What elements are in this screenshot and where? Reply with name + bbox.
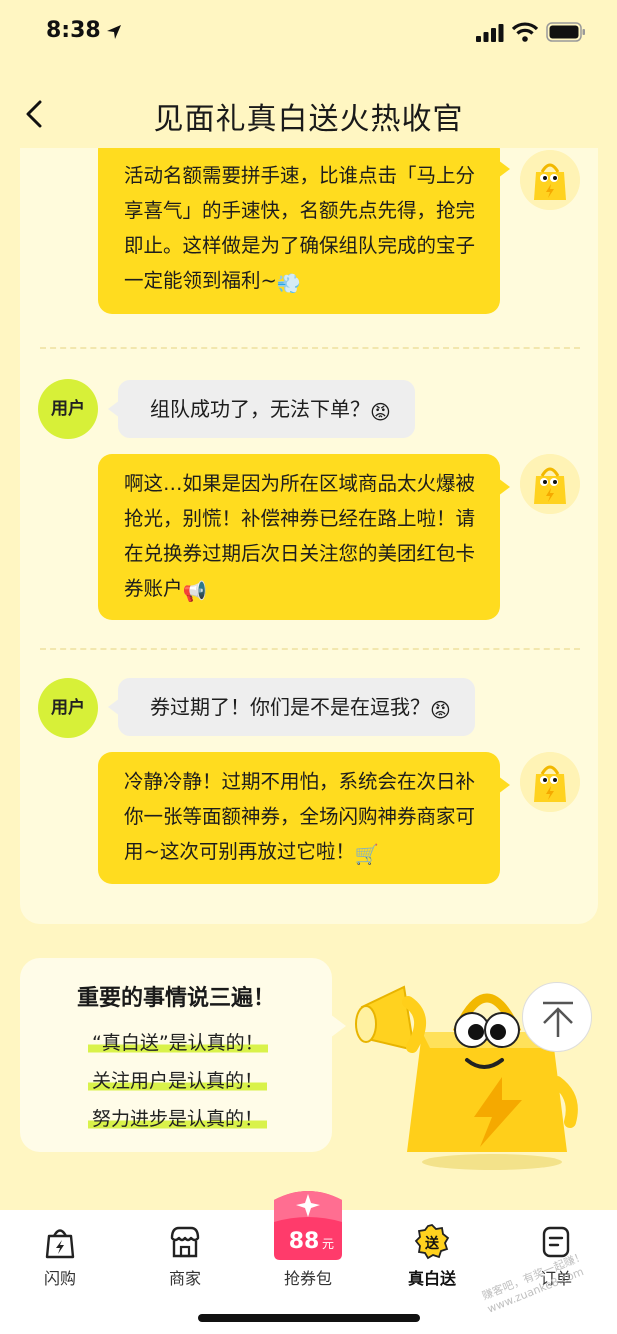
mascot-avatar-icon — [520, 752, 580, 812]
status-bar: 8:38 — [0, 0, 617, 68]
promo-line: 努力进步是认真的！ — [88, 1104, 268, 1131]
bot-message-text: 冷静冷静！过期不用怕，系统会在次日补你一张等面额神券，全场闪购神券商家可用~这次… — [124, 770, 476, 863]
tab-label: 抢券包 — [283, 1269, 332, 1288]
loudspeaker-emoji-icon: 📢 — [182, 580, 207, 603]
mascot-avatar-icon — [520, 454, 580, 514]
coupon-pack-icon[interactable]: 88 元 — [268, 1186, 348, 1264]
dash-emoji-icon: 💨 — [276, 272, 302, 295]
promo-speech-bubble: 重要的事情说三遍！ “真白送”是认真的！ 关注用户是认真的！ 努力进步是认真的！ — [20, 958, 346, 1152]
location-arrow-icon — [107, 25, 121, 39]
user-avatar: 用户 — [38, 678, 98, 738]
user-message-text: 组队成功了，无法下单？ — [150, 397, 370, 421]
scroll-to-top-button[interactable] — [522, 982, 592, 1052]
faq-chat-card: 活动名额需要拼手速，比谁点击「马上分享喜气」的手速快，名额先点先得，抢完即止。这… — [20, 148, 598, 924]
user-message-bubble: 券过期了！你们是不是在逗我？😡 — [108, 678, 475, 736]
promo-line: “真白送”是认真的！ — [88, 1028, 268, 1055]
shopping-cart-emoji-icon: 🛒 — [354, 843, 380, 866]
free-gift-badge-icon: 送 — [414, 1224, 450, 1260]
nav-bar: 见面礼真白送火热收官 — [0, 84, 617, 148]
coupon-amount: 88 — [289, 1229, 320, 1254]
bot-message-text: 啊这…如果是因为所在区域商品太火爆被抢光，别慌！补偿神券已经在路上啦！请在兑换券… — [124, 472, 476, 600]
coupon-unit: 元 — [322, 1237, 334, 1251]
tab-label: 商家 — [168, 1269, 201, 1288]
home-indicator — [198, 1314, 420, 1322]
bot-message-bubble: 冷静冷静！过期不用怕，系统会在次日补你一张等面额神券，全场闪购神券商家可用~这次… — [98, 752, 510, 884]
angry-face-emoji-icon: 😡 — [370, 400, 391, 424]
tab-label: 闪购 — [43, 1269, 76, 1288]
tab-label: 真白送 — [407, 1269, 456, 1288]
arrow-up-to-top-icon — [543, 1001, 573, 1037]
page-title: 见面礼真白送火热收官 — [153, 102, 464, 137]
promo-line: 关注用户是认真的！ — [88, 1066, 268, 1093]
store-icon — [170, 1226, 200, 1258]
bot-message-bubble: 啊这…如果是因为所在区域商品太火爆被抢光，别慌！补偿神券已经在路上啦！请在兑换券… — [98, 454, 510, 620]
dashed-divider — [40, 648, 580, 650]
user-message-bubble: 组队成功了，无法下单？😡 — [108, 380, 415, 438]
free-gift-icon-text: 送 — [424, 1235, 440, 1252]
cellular-signal-icon — [476, 24, 504, 42]
bot-message-bubble: 活动名额需要拼手速，比谁点击「马上分享喜气」的手速快，名额先点先得，抢完即止。这… — [98, 148, 510, 314]
battery-icon — [546, 22, 585, 42]
user-message-text: 券过期了！你们是不是在逗我？ — [150, 695, 430, 719]
shopping-bag-bolt-icon — [45, 1229, 75, 1259]
dashed-divider — [40, 347, 580, 349]
user-avatar: 用户 — [38, 379, 98, 439]
promo-title: 重要的事情说三遍！ — [76, 986, 275, 1011]
status-time: 8:38 — [46, 18, 101, 43]
wifi-icon — [512, 22, 538, 42]
angry-face-emoji-icon: 😡 — [430, 698, 451, 722]
mascot-avatar-icon — [520, 150, 580, 210]
